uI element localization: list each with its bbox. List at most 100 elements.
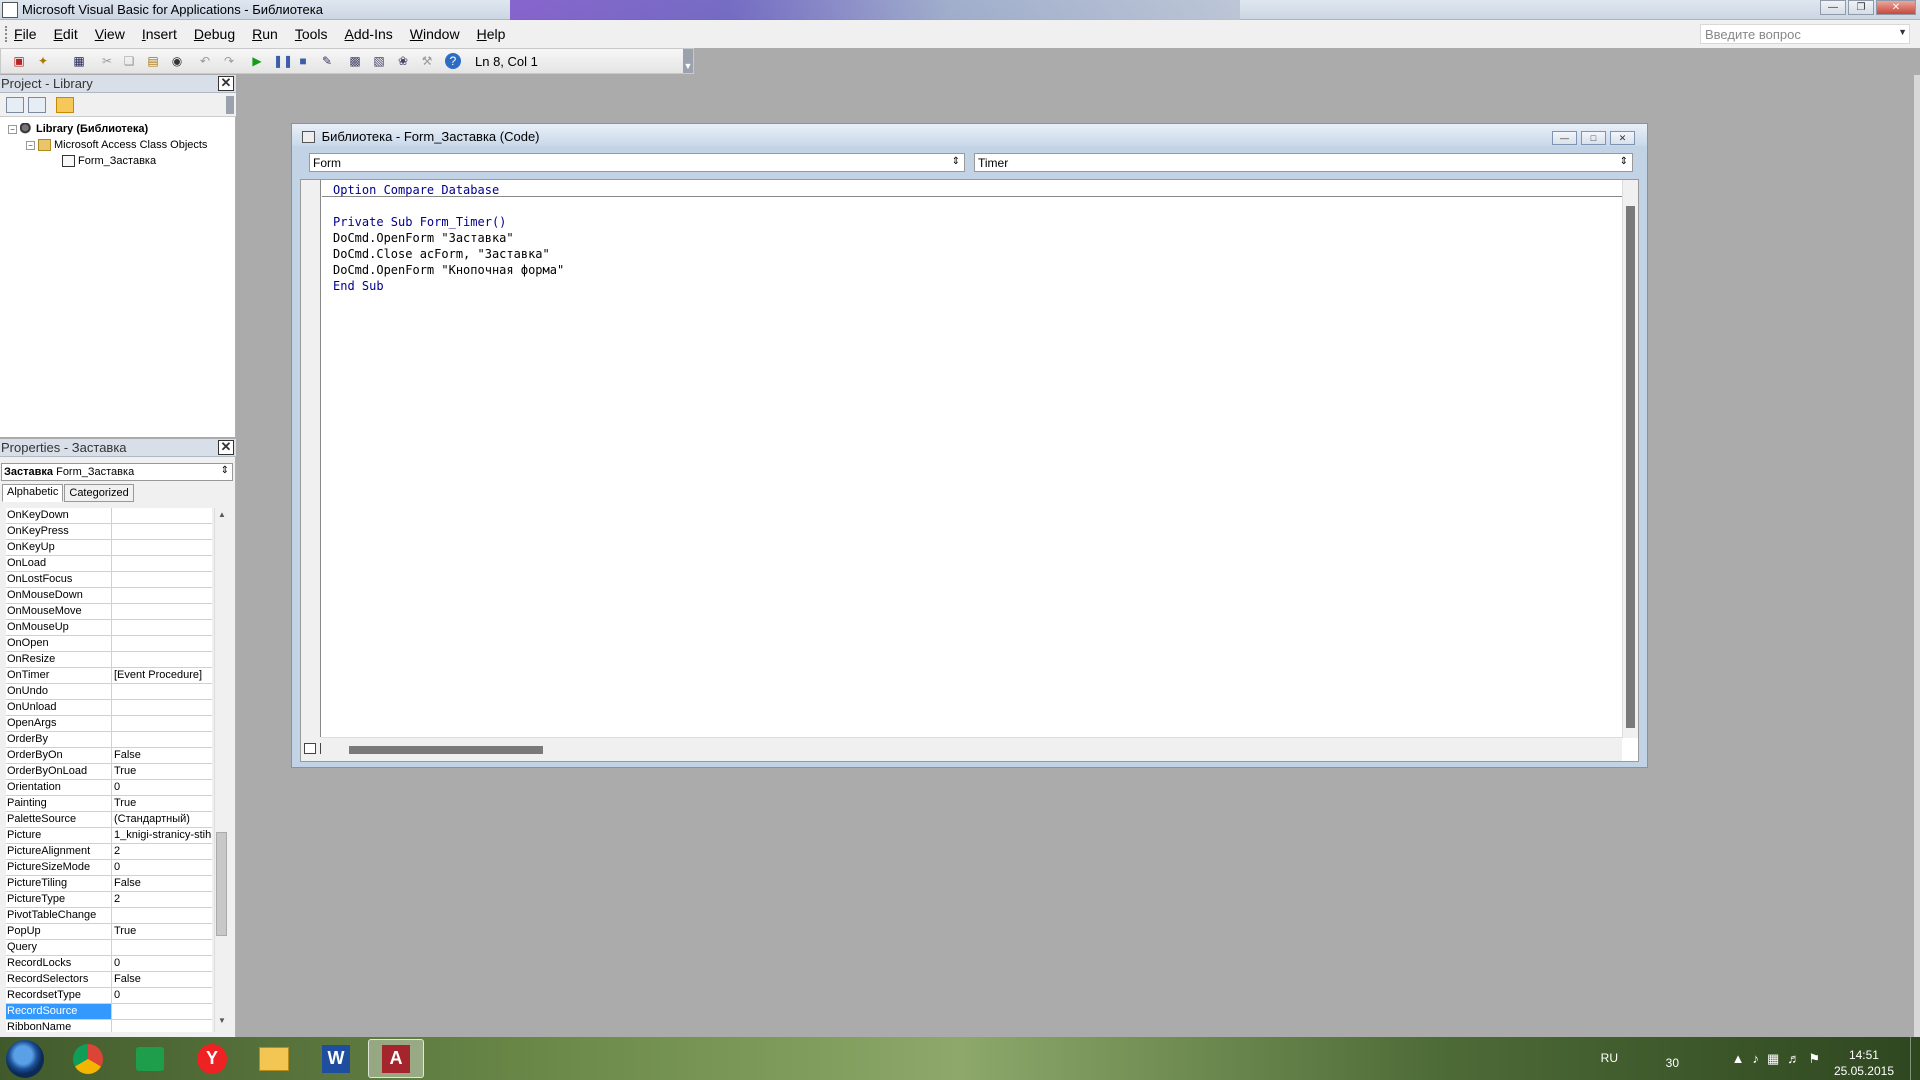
property-row[interactable]: Picture 1_knigi-stranicy-stihi xyxy=(6,828,212,844)
toolbar-overflow-icon[interactable]: ▼ xyxy=(683,49,693,73)
view-code-icon[interactable] xyxy=(6,97,24,113)
properties-icon[interactable]: ▧ xyxy=(371,53,387,69)
menu-tools[interactable]: Tools xyxy=(295,26,328,42)
close-icon[interactable]: ✕ xyxy=(218,76,234,91)
properties-scrollbar[interactable]: ▲ ▼ xyxy=(214,508,228,1032)
procedure-combo[interactable]: Timer ⇕ xyxy=(974,153,1633,172)
menu-debug[interactable]: Debug xyxy=(194,26,235,42)
start-button[interactable] xyxy=(6,1040,44,1078)
menu-edit[interactable]: Edit xyxy=(54,26,78,42)
property-row[interactable]: PictureAlignment 2 xyxy=(6,844,212,860)
help-question-box[interactable]: Введите вопрос ▼ xyxy=(1700,24,1910,44)
property-row[interactable]: OrderByOnLoad True xyxy=(6,764,212,780)
property-row[interactable]: RecordsetType 0 xyxy=(6,988,212,1004)
scroll-up-icon[interactable]: ▲ xyxy=(215,510,229,524)
cut-icon[interactable]: ✂ xyxy=(99,53,115,69)
code-horizontal-scrollbar[interactable] xyxy=(321,737,1622,761)
property-value[interactable]: True xyxy=(112,924,212,939)
minimize-button[interactable]: — xyxy=(1820,0,1846,15)
property-row[interactable]: OrderBy xyxy=(6,732,212,748)
scroll-down-icon[interactable]: ▼ xyxy=(215,1016,229,1030)
property-row[interactable]: PivotTableChange xyxy=(6,908,212,924)
close-button[interactable]: ✕ xyxy=(1610,131,1635,145)
property-row[interactable]: OnKeyDown xyxy=(6,508,212,524)
code-line[interactable]: DoCmd.OpenForm "Кнопочная форма" xyxy=(333,262,564,278)
volume-icon[interactable]: ♪ xyxy=(1753,1051,1760,1067)
property-row[interactable]: OpenArgs xyxy=(6,716,212,732)
code-line[interactable] xyxy=(333,198,564,214)
property-row[interactable]: OnKeyUp xyxy=(6,540,212,556)
property-value[interactable]: 0 xyxy=(112,988,212,1003)
code-vertical-scrollbar[interactable] xyxy=(1622,180,1638,738)
property-value[interactable] xyxy=(112,1004,212,1019)
chevron-down-icon[interactable]: ⇕ xyxy=(952,156,960,167)
show-desktop-button[interactable] xyxy=(1910,1037,1920,1080)
antivirus-icon[interactable]: ▲ xyxy=(1732,1051,1745,1067)
taskbar-app-explorer[interactable] xyxy=(246,1039,302,1078)
property-value[interactable] xyxy=(112,940,212,955)
property-value[interactable] xyxy=(112,604,212,619)
property-row[interactable]: OnKeyPress xyxy=(6,524,212,540)
property-value[interactable]: False xyxy=(112,876,212,891)
property-value[interactable]: 2 xyxy=(112,892,212,907)
paste-icon[interactable]: ▤ xyxy=(145,53,161,69)
property-row[interactable]: OnTimer [Event Procedure] xyxy=(6,668,212,684)
menu-insert[interactable]: Insert xyxy=(142,26,177,42)
property-row[interactable]: OnUnload xyxy=(6,700,212,716)
code-editor[interactable]: Option Compare Database Private Sub Form… xyxy=(300,179,1639,762)
property-row[interactable]: PictureSizeMode 0 xyxy=(6,860,212,876)
property-row[interactable]: OnOpen xyxy=(6,636,212,652)
chevron-down-icon[interactable]: ⇕ xyxy=(1620,156,1628,167)
property-value[interactable] xyxy=(112,636,212,651)
property-value[interactable]: True xyxy=(112,764,212,779)
property-row[interactable]: OnResize xyxy=(6,652,212,668)
property-row[interactable]: OnLostFocus xyxy=(6,572,212,588)
property-value[interactable] xyxy=(112,1020,212,1032)
menu-grip[interactable] xyxy=(5,26,8,42)
property-row[interactable]: Query xyxy=(6,940,212,956)
tray-counter[interactable]: 30 xyxy=(1666,1056,1679,1070)
view-object-icon[interactable] xyxy=(28,97,46,113)
toolbox-icon[interactable]: ⚒ xyxy=(419,53,435,69)
property-value[interactable] xyxy=(112,508,212,523)
chevron-down-icon[interactable]: ⇕ xyxy=(221,465,229,476)
property-row[interactable]: OnMouseMove xyxy=(6,604,212,620)
menu-file[interactable]: File xyxy=(14,26,37,42)
property-row[interactable]: PictureType 2 xyxy=(6,892,212,908)
restore-button[interactable]: ❐ xyxy=(1848,0,1874,15)
collapse-icon[interactable]: − xyxy=(8,124,17,134)
scrollbar-thumb[interactable] xyxy=(1626,206,1635,728)
close-icon[interactable]: ✕ xyxy=(218,440,234,455)
taskbar-app-access[interactable]: A xyxy=(368,1039,424,1078)
property-value[interactable] xyxy=(112,620,212,635)
tab-alphabetic[interactable]: Alphabetic xyxy=(2,484,64,502)
action-center-flag-icon[interactable]: ⚑ xyxy=(1808,1051,1820,1067)
procedure-view-icon[interactable] xyxy=(304,743,316,754)
project-explorer-icon[interactable]: ▩ xyxy=(347,53,363,69)
insert-module-icon[interactable]: ✦ xyxy=(35,53,51,69)
property-value[interactable] xyxy=(112,572,212,587)
code-line[interactable]: DoCmd.Close acForm, "Заставка" xyxy=(333,246,564,262)
property-value[interactable] xyxy=(112,540,212,555)
tree-item-project[interactable]: − Library (Библиотека) xyxy=(8,123,148,135)
property-row[interactable]: OnLoad xyxy=(6,556,212,572)
property-value[interactable]: 2 xyxy=(112,844,212,859)
property-row[interactable]: OnMouseDown xyxy=(6,588,212,604)
speaker-icon[interactable]: ♬ xyxy=(1787,1051,1800,1067)
reset-icon[interactable]: ■ xyxy=(295,53,311,69)
menu-view[interactable]: View xyxy=(95,26,125,42)
code-line[interactable]: DoCmd.OpenForm "Заставка" xyxy=(333,230,564,246)
taskbar-app-green[interactable] xyxy=(122,1039,178,1078)
property-value[interactable]: 0 xyxy=(112,860,212,875)
scrollbar-thumb[interactable] xyxy=(216,832,227,936)
property-row[interactable]: OnUndo xyxy=(6,684,212,700)
break-icon[interactable]: ❚❚ xyxy=(273,53,293,69)
property-value[interactable] xyxy=(112,524,212,539)
maximize-button[interactable]: □ xyxy=(1581,131,1606,145)
object-selector[interactable]: Заставка Form_Заставка ⇕ xyxy=(1,463,233,481)
run-icon[interactable]: ▶ xyxy=(249,53,265,69)
view-access-icon[interactable]: ▣ xyxy=(11,53,27,69)
scrollbar-thumb[interactable] xyxy=(349,746,543,754)
property-value[interactable] xyxy=(112,588,212,603)
property-value[interactable]: [Event Procedure] xyxy=(112,668,212,683)
